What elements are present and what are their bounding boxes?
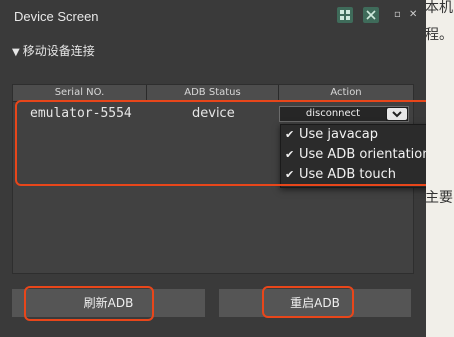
menu-item-label: Use ADB touch [299,167,397,182]
menu-item-label: Use ADB orientation [299,147,426,162]
background-text-1: 本机 [425,0,453,16]
menu-item-use-adb-orientation[interactable]: ✔ Use ADB orientation [285,147,426,162]
menu-item-label: Use javacap [299,127,379,142]
close-window-icon[interactable]: ✕ [409,9,417,20]
section-title: 移动设备连接 [22,44,95,58]
header-action: Action [330,87,362,98]
device-screen-panel: Device Screen ▫ ✕ ▼ 移动设备连接 Serial NO. ADB… [0,0,426,337]
check-icon: ✔ [285,128,295,141]
table-header: Serial NO. ADB Status Action [13,85,413,102]
header-adb-status: ADB Status [147,85,279,101]
check-icon: ✔ [285,168,295,181]
action-dropdown-menu: ✔ Use javacap ✔ Use ADB orientation ✔ Use A… [280,124,426,188]
title-bar: Device Screen ▫ ✕ [0,0,426,34]
screen-grid-icon[interactable] [337,7,353,23]
chevron-down-icon[interactable] [387,108,407,120]
background-text-2: 程。 [425,27,453,43]
check-icon: ✔ [285,148,295,161]
panel-title: Device Screen [14,9,99,24]
section-header[interactable]: ▼ 移动设备连接 [12,42,95,59]
collapse-triangle-icon: ▼ [12,47,20,58]
row-serial: emulator-5554 [30,106,132,121]
menu-item-use-adb-touch[interactable]: ✔ Use ADB touch [285,167,396,182]
menu-item-use-javacap[interactable]: ✔ Use javacap [285,127,378,142]
header-serial: Serial NO. [13,85,147,101]
action-select[interactable]: disconnect [279,106,409,122]
restore-window-icon[interactable]: ▫ [394,9,401,20]
refresh-adb-button[interactable]: 刷新ADB [12,289,205,317]
tools-icon[interactable] [363,7,379,23]
action-select-value: disconnect [280,107,386,121]
row-status: device [192,106,235,121]
restart-adb-button[interactable]: 重启ADB [219,289,411,317]
background-text-3: 主要 [425,190,453,206]
